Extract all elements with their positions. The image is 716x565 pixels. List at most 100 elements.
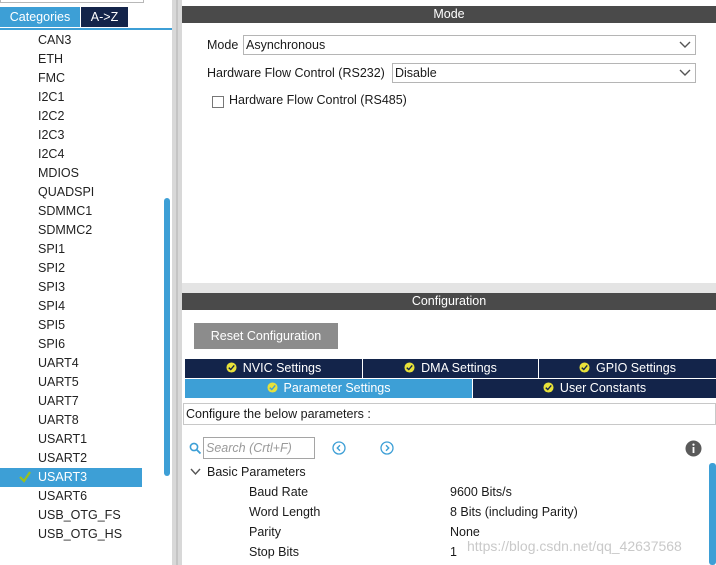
peripheral-item[interactable]: UART4: [0, 354, 162, 373]
tabs-underline: [0, 28, 172, 30]
rs232-select-value: Disable: [395, 66, 437, 80]
next-arrow-icon[interactable]: [380, 441, 394, 455]
peripheral-item-label: I2C3: [38, 128, 65, 142]
configuration-header: Configuration: [182, 293, 716, 310]
check-circle-icon: [226, 362, 237, 373]
peripheral-item[interactable]: UART5: [0, 373, 162, 392]
peripheral-item[interactable]: SPI2: [0, 259, 162, 278]
parameter-value[interactable]: None: [450, 525, 480, 539]
peripheral-item[interactable]: FMC: [0, 69, 162, 88]
tab-gpio-label: GPIO Settings: [596, 361, 676, 375]
mode-header: Mode: [182, 6, 716, 23]
parameter-value[interactable]: 8 Bits (including Parity): [450, 505, 578, 519]
peripheral-item-label: QUADSPI: [38, 185, 95, 199]
peripheral-item-label: I2C4: [38, 147, 65, 161]
peripheral-item[interactable]: CAN3: [0, 31, 162, 50]
peripheral-item-label: I2C1: [38, 90, 65, 104]
check-circle-icon: [266, 382, 278, 393]
peripheral-item[interactable]: USART2: [0, 449, 162, 468]
check-icon: [19, 471, 31, 483]
configure-info-bar: Configure the below parameters :: [183, 403, 716, 425]
peripheral-item[interactable]: SPI6: [0, 335, 162, 354]
peripheral-item-label: SDMMC2: [38, 223, 93, 237]
peripheral-list: CAN3 ETH FMC I2C1 I2C2 I2C3 I2C4 MDIOS QUADSPI SD…: [0, 31, 162, 544]
peripheral-item-label: USB_OTG_HS: [38, 527, 123, 541]
configure-info-text: Configure the below parameters :: [186, 407, 371, 421]
peripheral-item[interactable]: SDMMC1: [0, 202, 162, 221]
tab-parameter-settings[interactable]: Parameter Settings: [185, 379, 472, 398]
parameter-name[interactable]: Stop Bits: [249, 545, 299, 559]
parameters-scrollbar-thumb[interactable]: [709, 463, 716, 565]
watermark-text: https://blog.csdn.net/qq_42637568: [467, 538, 682, 554]
peripheral-item[interactable]: USART3: [0, 468, 142, 487]
peripheral-item[interactable]: MDIOS: [0, 164, 162, 183]
peripheral-item[interactable]: USB_OTG_HS: [0, 525, 162, 544]
parameter-name[interactable]: Word Length: [249, 505, 320, 519]
peripheral-item-label: SPI3: [38, 280, 66, 294]
check-circle-icon: [543, 382, 554, 393]
peripheral-item-label: MDIOS: [38, 166, 79, 180]
peripheral-item[interactable]: SDMMC2: [0, 221, 162, 240]
parameter-name[interactable]: Parity: [249, 525, 281, 539]
category-tabs: Categories A->Z: [0, 7, 172, 28]
peripheral-item[interactable]: I2C3: [0, 126, 162, 145]
reset-configuration-button[interactable]: Reset Configuration: [194, 323, 338, 349]
peripheral-item-label: SPI2: [38, 261, 66, 275]
peripheral-item-label: USART6: [38, 489, 88, 503]
peripheral-item[interactable]: I2C2: [0, 107, 162, 126]
tab-dma-label: DMA Settings: [421, 361, 497, 375]
peripheral-item-label: UART7: [38, 394, 79, 408]
parameter-name[interactable]: Baud Rate: [249, 485, 308, 499]
tab-categories[interactable]: Categories: [0, 7, 80, 27]
tab-a-z[interactable]: A->Z: [81, 7, 128, 27]
tab-nvic-label: NVIC Settings: [242, 361, 322, 375]
basic-parameters-group[interactable]: Basic Parameters: [207, 465, 306, 479]
peripheral-search-field[interactable]: [0, 0, 144, 3]
peripheral-item[interactable]: QUADSPI: [0, 183, 162, 202]
peripheral-item[interactable]: UART7: [0, 392, 162, 411]
peripheral-item[interactable]: SPI3: [0, 278, 162, 297]
peripheral-item-label: USART1: [38, 432, 88, 446]
peripheral-item[interactable]: USB_OTG_FS: [0, 506, 162, 525]
rs232-select[interactable]: Disable: [392, 63, 696, 83]
info-icon[interactable]: [685, 440, 702, 457]
search-icon[interactable]: [189, 442, 202, 455]
tab-dma-settings[interactable]: DMA Settings: [363, 359, 538, 378]
tab-user-constants[interactable]: User Constants: [473, 379, 716, 398]
peripheral-item-label: USART3: [38, 470, 88, 484]
rs485-checkbox[interactable]: [212, 96, 224, 108]
splitter-divider: [176, 0, 178, 565]
peripheral-item-label: SPI6: [38, 337, 66, 351]
tab-parameter-label: Parameter Settings: [283, 381, 391, 395]
peripheral-item[interactable]: SPI5: [0, 316, 162, 335]
chevron-down-icon[interactable]: [190, 467, 201, 476]
section-divider[interactable]: [182, 283, 716, 293]
peripheral-item-label: FMC: [38, 71, 66, 85]
mode-select[interactable]: Asynchronous: [243, 35, 696, 55]
tab-nvic-settings[interactable]: NVIC Settings: [185, 359, 362, 378]
mode-label: Mode: [207, 38, 239, 52]
peripheral-item[interactable]: SPI1: [0, 240, 162, 259]
peripheral-item-label: SPI5: [38, 318, 66, 332]
peripheral-item-label: UART8: [38, 413, 79, 427]
peripheral-item[interactable]: SPI4: [0, 297, 162, 316]
peripheral-scrollbar-thumb[interactable]: [164, 198, 170, 476]
chevron-down-icon: [679, 41, 691, 48]
parameter-value[interactable]: 1: [450, 545, 457, 559]
peripheral-item[interactable]: I2C4: [0, 145, 162, 164]
peripheral-item-label: SPI4: [38, 299, 66, 313]
check-circle-icon: [404, 362, 415, 373]
parameter-search-placeholder: Search (Crtl+F): [206, 441, 292, 455]
peripheral-item-label: CAN3: [38, 33, 72, 47]
peripheral-item[interactable]: UART8: [0, 411, 162, 430]
peripheral-item[interactable]: USART1: [0, 430, 162, 449]
parameter-value[interactable]: 9600 Bits/s: [450, 485, 512, 499]
peripheral-item[interactable]: USART6: [0, 487, 162, 506]
peripheral-item-label: UART4: [38, 356, 79, 370]
parameter-search-input[interactable]: Search (Crtl+F): [203, 437, 315, 459]
tab-gpio-settings[interactable]: GPIO Settings: [539, 359, 716, 378]
previous-arrow-icon[interactable]: [332, 441, 346, 455]
peripheral-item[interactable]: ETH: [0, 50, 162, 69]
peripheral-item[interactable]: I2C1: [0, 88, 162, 107]
peripheral-item-label: SDMMC1: [38, 204, 93, 218]
